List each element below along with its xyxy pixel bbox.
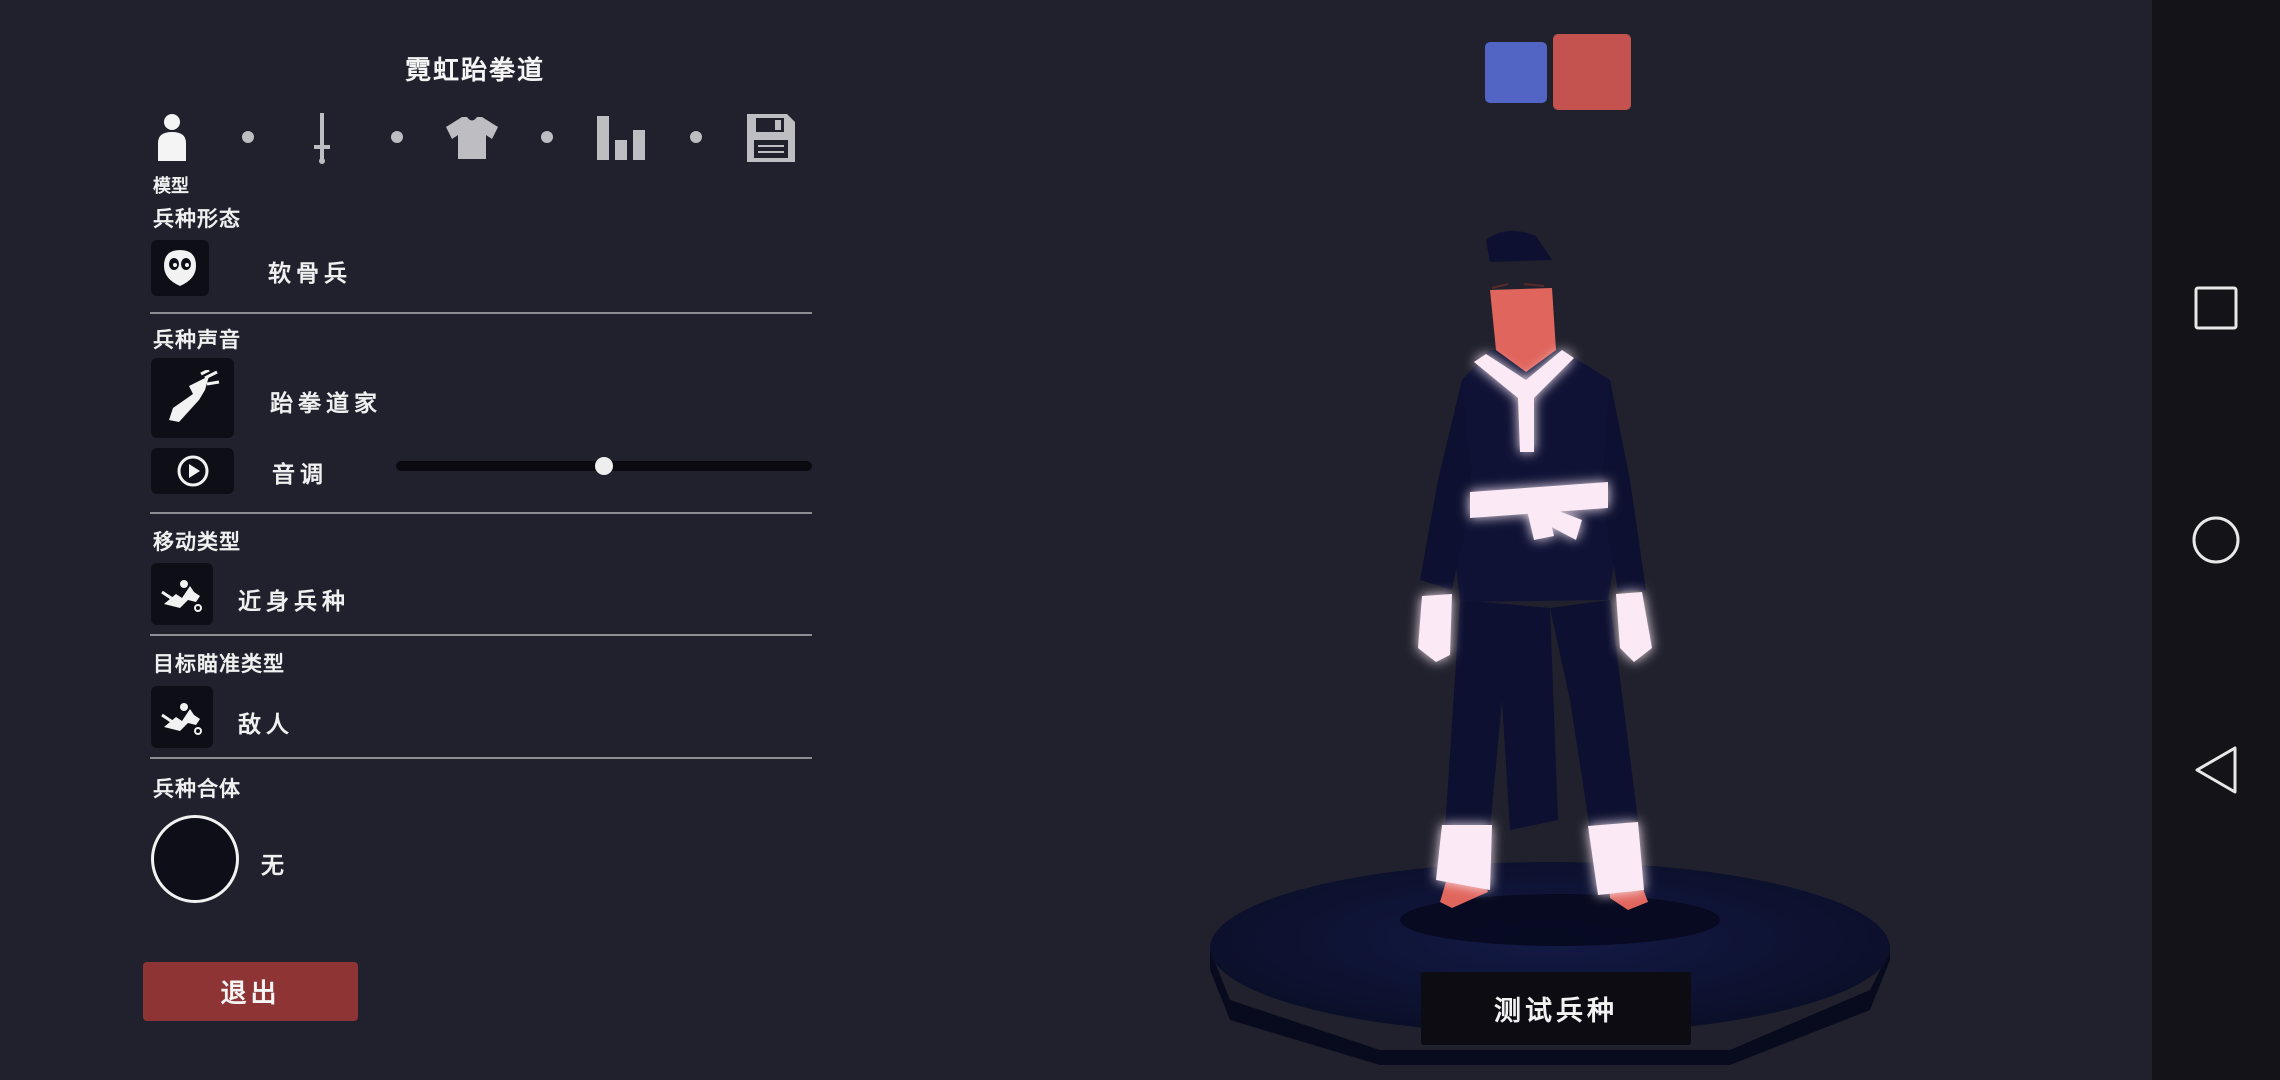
square-icon <box>2194 286 2238 330</box>
test-unit-button[interactable]: 测试兵种 <box>1421 972 1691 1045</box>
triangle-back-icon <box>2195 746 2237 794</box>
home-button[interactable] <box>2190 514 2242 566</box>
tab-separator-dot <box>391 131 403 143</box>
shirt-icon <box>446 117 498 159</box>
recent-apps-button[interactable] <box>2190 282 2242 334</box>
kick-icon <box>168 370 219 422</box>
back-button[interactable] <box>2190 744 2242 796</box>
tab-separator-dot <box>690 131 702 143</box>
tab-save[interactable] <box>743 108 799 168</box>
mask-face-icon <box>164 250 196 286</box>
tab-stats[interactable] <box>593 108 649 168</box>
tab-separator-dot <box>242 131 254 143</box>
combine-value: 无 <box>261 853 289 879</box>
play-icon <box>177 455 208 487</box>
unit-editor-panel: 霓虹跆拳道 模型 兵种形态 软骨兵 兵种声音 跆拳道家 音调 移动类型 近身兵种… <box>0 0 860 1080</box>
melee-unit-icon <box>161 580 202 612</box>
stats-icon <box>597 116 645 160</box>
combine-section-label: 兵种合体 <box>153 777 241 801</box>
unit-name-title[interactable]: 霓虹跆拳道 <box>300 50 650 87</box>
form-value: 软骨兵 <box>268 261 352 287</box>
blue-team-button[interactable] <box>1485 42 1547 103</box>
section-divider <box>150 312 812 314</box>
voice-play-button[interactable] <box>151 448 234 494</box>
tab-clothing[interactable] <box>444 108 500 168</box>
section-divider <box>150 757 812 759</box>
save-icon <box>747 114 795 162</box>
voice-section-label: 兵种声音 <box>153 328 241 352</box>
section-divider <box>150 512 812 514</box>
pitch-label: 音调 <box>272 462 328 488</box>
tab-separator-dot <box>541 131 553 143</box>
tab-model-label: 模型 <box>153 176 189 197</box>
exit-button[interactable]: 退出 <box>143 962 358 1021</box>
form-select-button[interactable] <box>151 240 209 296</box>
tab-model[interactable] <box>144 108 200 168</box>
circle-icon <box>2192 516 2240 564</box>
movement-section-label: 移动类型 <box>153 530 241 554</box>
combine-select-button[interactable] <box>151 815 239 903</box>
voice-value: 跆拳道家 <box>270 391 382 417</box>
voice-select-button[interactable] <box>151 358 234 438</box>
person-icon <box>158 114 186 161</box>
tab-weapons[interactable] <box>294 108 350 168</box>
form-section-label: 兵种形态 <box>153 207 241 231</box>
unit-preview <box>1190 230 1910 1070</box>
movement-select-button[interactable] <box>151 563 213 625</box>
section-divider <box>150 634 812 636</box>
pitch-slider-handle[interactable] <box>595 457 613 475</box>
red-team-button[interactable] <box>1553 34 1631 110</box>
targeting-section-label: 目标瞄准类型 <box>153 652 285 676</box>
targeting-value: 敌人 <box>238 712 294 738</box>
targeting-select-button[interactable] <box>151 686 213 748</box>
movement-value: 近身兵种 <box>238 589 350 615</box>
target-unit-icon <box>161 703 202 735</box>
sword-icon <box>314 113 330 164</box>
